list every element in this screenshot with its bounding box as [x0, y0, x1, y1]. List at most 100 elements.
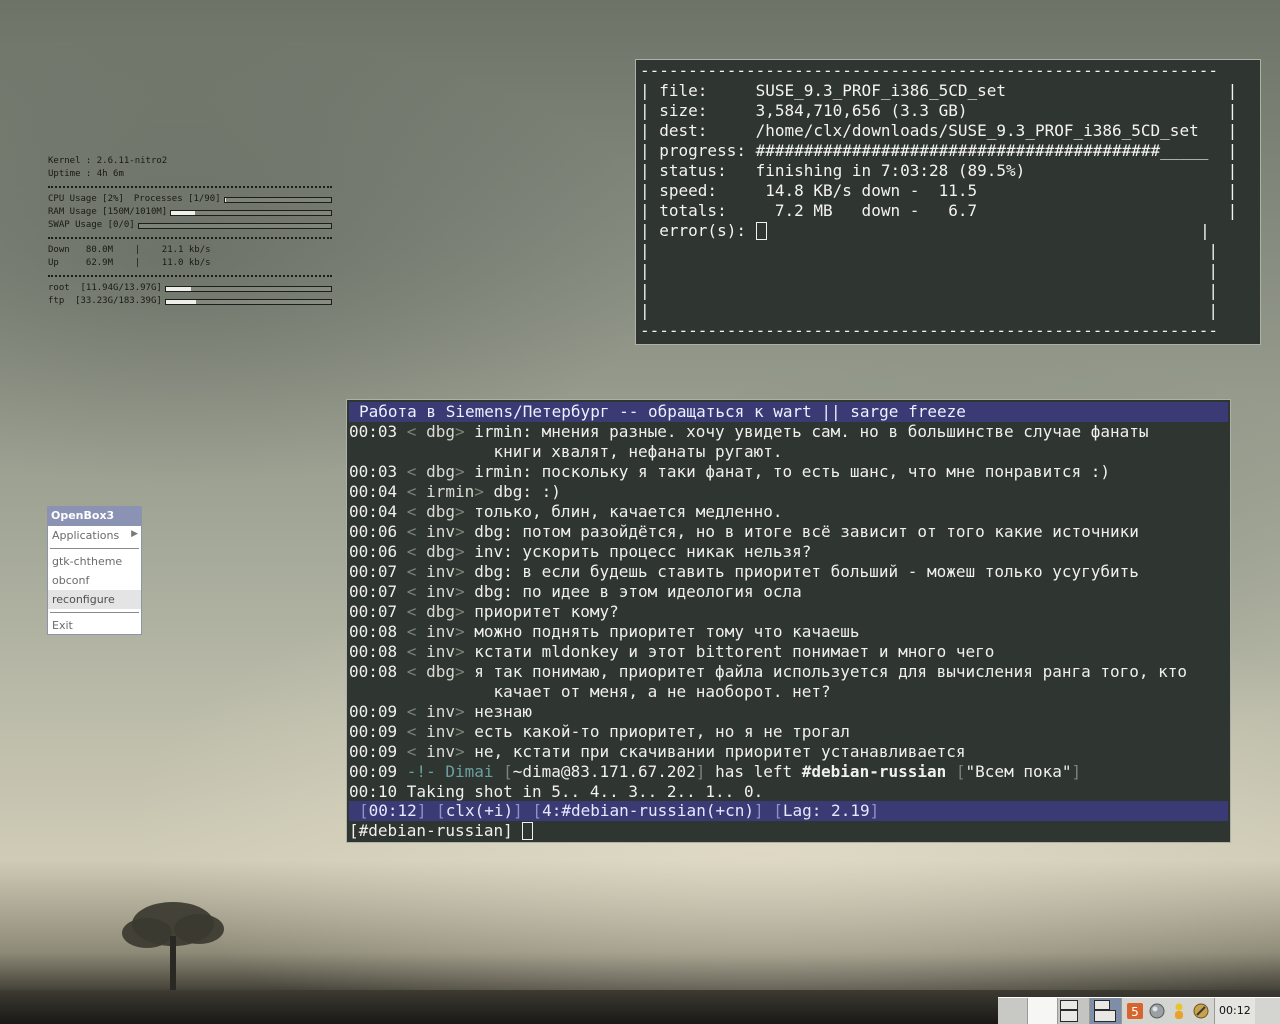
- nick-bracket: <: [406, 562, 427, 581]
- menu-item-applications[interactable]: Applications ▶: [48, 526, 141, 545]
- event-marker: -!-: [406, 762, 446, 781]
- nick-bracket: <: [406, 462, 427, 481]
- message-nick: dbg: [426, 542, 455, 561]
- message-nick: inv: [426, 582, 455, 601]
- download-line: | size: 3,584,710,656 (3.3 GB) |: [640, 101, 1238, 120]
- status-window: 4:#debian-russian(+cn): [542, 801, 754, 820]
- message-nick: dbg: [426, 462, 455, 481]
- nick-bracket: >: [454, 502, 475, 521]
- download-line: | totals: 7.2 MB down - 6.7 |: [640, 201, 1238, 220]
- nick-bracket: <: [406, 642, 427, 661]
- nick-bracket: >: [454, 642, 475, 661]
- download-status-window[interactable]: ----------------------------------------…: [635, 59, 1261, 345]
- message-text: есть какой-то приоритет, но я не трогал: [474, 722, 850, 741]
- nick-bracket: >: [454, 522, 475, 541]
- irc-message: книги хвалят, нефанаты ругают.: [349, 442, 1230, 462]
- uptime-text: Uptime : 4h 6m: [48, 169, 124, 179]
- irc-message: 00:08 < inv> можно поднять приоритет том…: [349, 622, 1230, 642]
- nick-bracket: <: [406, 742, 427, 761]
- status-time: 00:12: [368, 801, 417, 820]
- download-line: | dest: /home/clx/downloads/SUSE_9.3_PRO…: [640, 121, 1238, 140]
- message-text: dbg: :): [493, 482, 561, 501]
- network-globe-icon[interactable]: [1148, 1002, 1166, 1020]
- message-nick: irmin: [426, 482, 475, 501]
- messenger-icon[interactable]: [1170, 1002, 1188, 1020]
- swap-bar: [137, 222, 332, 229]
- menu-title: OpenBox3: [48, 507, 141, 526]
- tools-icon[interactable]: [1192, 1002, 1210, 1020]
- bracket: [: [503, 762, 513, 781]
- irc-client-window[interactable]: Работа в Siemens/Петербург -- обращаться…: [346, 399, 1231, 843]
- nick-bracket: >: [454, 462, 475, 481]
- nick-bracket: <: [406, 702, 427, 721]
- message-nick: dbg: [426, 662, 455, 681]
- message-time: 00:04: [349, 482, 407, 501]
- download-line: ----------------------------------------…: [640, 61, 1218, 80]
- menu-item-obconf[interactable]: obconf: [48, 571, 141, 590]
- processes-bar: [223, 196, 332, 203]
- kernel-text: Kernel : 2.6.11-nitro2: [48, 156, 168, 166]
- nick-bracket: >: [474, 482, 494, 501]
- workspace-1[interactable]: [998, 998, 1028, 1024]
- download-line: | |: [640, 261, 1218, 280]
- irc-message: 00:07 < inv> dbg: по идее в этом идеолог…: [349, 582, 1230, 602]
- message-time: 00:09: [349, 742, 407, 761]
- quit-nick: Dimai: [445, 762, 504, 781]
- menu-separator: [50, 612, 139, 613]
- irc-message: 00:03 < dbg> irmin: поскольку я таки фан…: [349, 462, 1230, 482]
- text-cursor: [522, 822, 534, 840]
- svg-text:5: 5: [1131, 1005, 1139, 1019]
- message-time: 00:03: [349, 462, 407, 481]
- irc-message: 00:04 < irmin> dbg: :): [349, 482, 1230, 502]
- message-text: незнаю: [474, 702, 533, 721]
- nick-bracket: <: [406, 422, 427, 441]
- message-time: 00:08: [349, 662, 407, 681]
- taskbar-clock[interactable]: 00:12: [1214, 998, 1255, 1024]
- nick-bracket: <: [406, 482, 427, 501]
- quit-host: ~dima@83.171.67.202: [512, 762, 696, 781]
- download-line: ----------------------------------------…: [640, 321, 1218, 340]
- menu-item-reconfigure[interactable]: reconfigure: [48, 590, 141, 609]
- menu-item-label: reconfigure: [52, 593, 115, 606]
- message-text: кстати mldonkey и этот bittorent понимае…: [474, 642, 995, 661]
- nick-bracket: <: [406, 522, 427, 541]
- submenu-arrow-icon: ▶: [131, 529, 138, 539]
- quit-channel: #debian-russian: [801, 762, 947, 781]
- irc-input-line[interactable]: [#debian-russian]: [349, 821, 534, 841]
- message-time: 00:10: [349, 782, 407, 801]
- message-text: dbg: по идее в этом идеология осла: [474, 582, 802, 601]
- nick-bracket: >: [454, 602, 475, 621]
- nick-bracket: <: [406, 602, 427, 621]
- divider: [48, 186, 332, 188]
- cpu-usage-label: CPU Usage [2%]: [48, 194, 124, 204]
- nick-bracket: <: [406, 502, 427, 521]
- ram-bar: [170, 209, 332, 216]
- irc-message: 00:09 < inv> есть какой-то приоритет, но…: [349, 722, 1230, 742]
- bracket: [: [946, 762, 966, 781]
- download-line: | |: [640, 281, 1218, 300]
- nick-bracket: >: [454, 722, 475, 741]
- ram-usage-label: RAM Usage [150M/1010M]: [48, 207, 168, 217]
- menu-item-exit[interactable]: Exit: [48, 616, 141, 635]
- menu-item-gtk-chtheme[interactable]: gtk-chtheme: [48, 552, 141, 571]
- nick-bracket: <: [406, 622, 427, 641]
- irc-message: 00:03 < dbg> irmin: мнения разные. хочу …: [349, 422, 1230, 442]
- nick-bracket: >: [454, 422, 475, 441]
- download-line: | |: [640, 241, 1218, 260]
- nick-bracket: >: [454, 542, 475, 561]
- nick-bracket: >: [454, 702, 475, 721]
- root-fs-label: root [11.94G/13.97G]: [48, 283, 162, 293]
- irc-message: 00:08 < inv> кстати mldonkey и этот bitt…: [349, 642, 1230, 662]
- net-down-text: Down 80.0M | 21.1 kb/s: [48, 245, 211, 255]
- menu-item-label: Exit: [52, 619, 73, 632]
- workspace-3[interactable]: [1058, 998, 1090, 1024]
- message-nick: dbg: [426, 602, 455, 621]
- message-text: приоритет кому?: [474, 602, 619, 621]
- workspace-4[interactable]: [1090, 998, 1122, 1024]
- nick-bracket: >: [454, 662, 475, 681]
- status-user: clx(+i): [445, 801, 514, 820]
- workspace-2[interactable]: [1028, 998, 1058, 1024]
- irc-quit-message: 00:09 -!- Dimai [~dima@83.171.67.202] ha…: [349, 762, 1230, 782]
- ubuntu-update-icon[interactable]: 5: [1126, 1002, 1144, 1020]
- system-tray: 5: [1122, 998, 1214, 1024]
